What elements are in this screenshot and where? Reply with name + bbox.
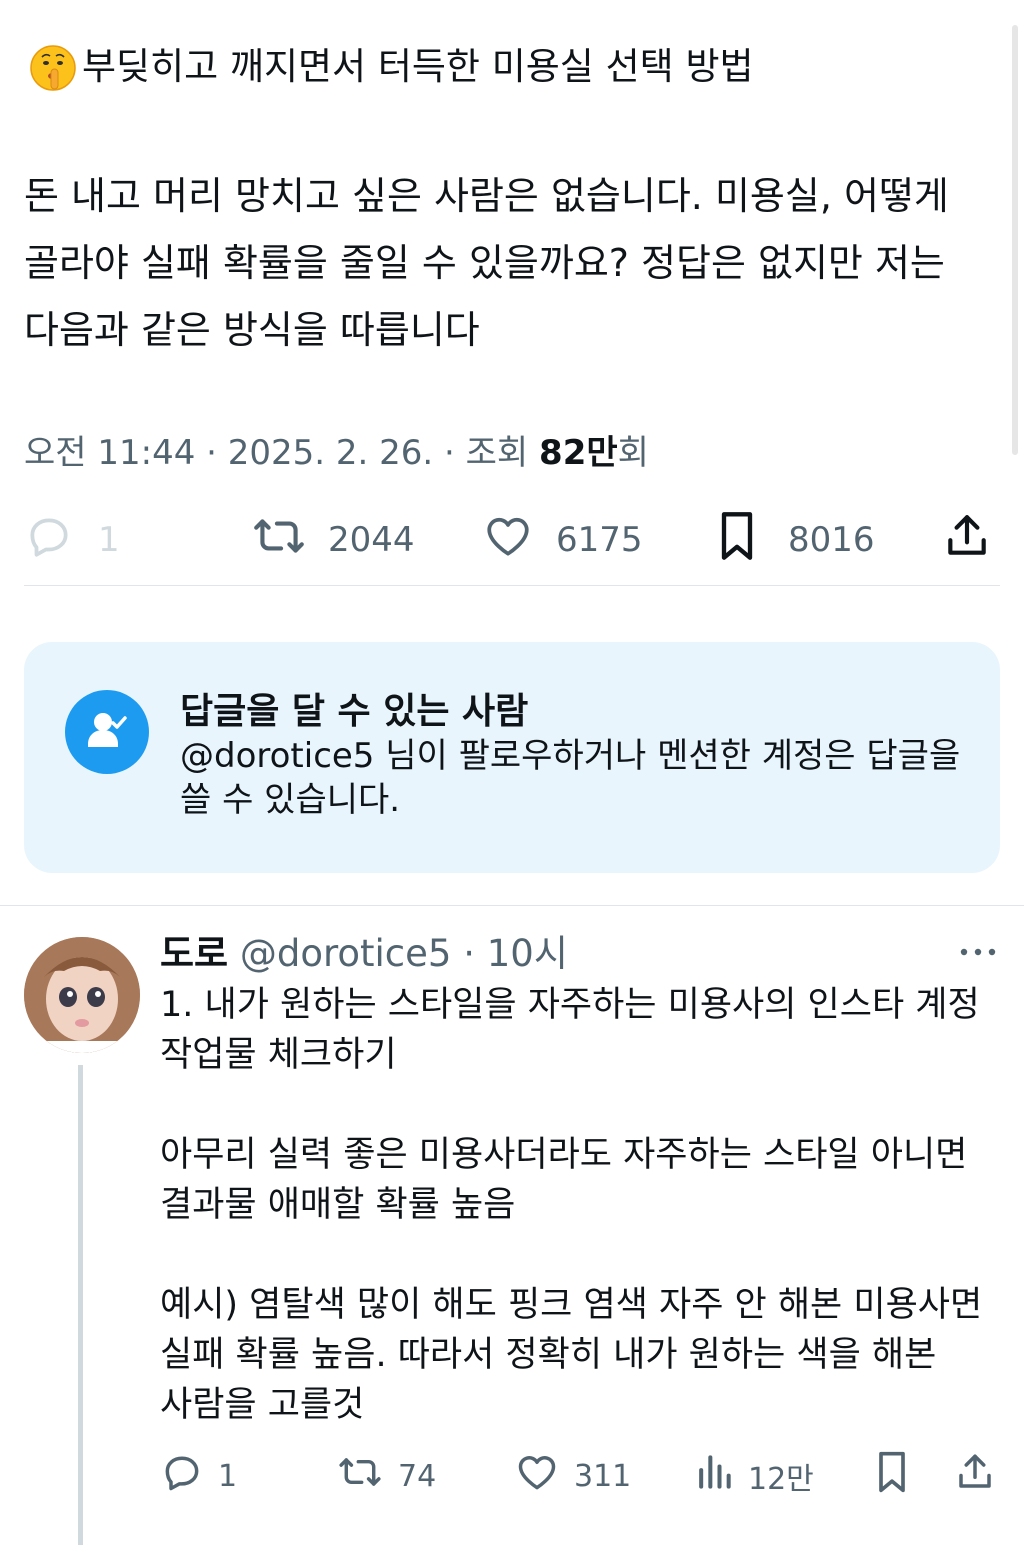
shushing-face-icon	[28, 42, 78, 92]
reply-count: 1	[98, 520, 120, 560]
bookmark-icon	[714, 510, 760, 571]
tweet-meta: 오전 11:44 · 2025. 2. 26. · 조회 82만회	[24, 425, 649, 474]
bookmark-icon	[872, 1450, 912, 1502]
reply-reply-button[interactable]: 1	[160, 1450, 237, 1502]
bookmark-count: 8016	[788, 520, 875, 560]
reply-reply-count: 1	[218, 1458, 238, 1494]
retweet-icon	[336, 1451, 384, 1501]
reply-views-button[interactable]: 12만	[694, 1450, 814, 1502]
reply-retweet-count: 74	[398, 1458, 437, 1494]
more-options-icon[interactable]	[958, 942, 998, 962]
view-count-suffix: 회	[617, 433, 649, 473]
reply-icon	[24, 511, 74, 570]
thread-line	[78, 1065, 83, 1545]
tweet-body: 돈 내고 머리 망치고 싶은 사람은 없습니다. 미용실, 어떻게 골라야 실패…	[24, 174, 961, 352]
reply-icon	[160, 1450, 204, 1502]
like-button[interactable]: 6175	[482, 505, 643, 575]
reply-author-name[interactable]: 도로	[160, 932, 228, 975]
heart-icon	[482, 511, 534, 570]
reply-like-count: 311	[574, 1458, 632, 1494]
divider	[24, 585, 1000, 586]
tweet-title-line: 부딪히고 깨지면서 터득한 미용실 선택 방법	[28, 40, 988, 94]
view-count: 82만	[539, 433, 618, 473]
reply-restriction-title: 답글을 달 수 있는 사람	[180, 691, 529, 732]
share-icon	[942, 511, 992, 570]
share-icon	[954, 1450, 996, 1502]
like-count: 6175	[556, 520, 643, 560]
share-button[interactable]	[942, 505, 992, 575]
reply-author-handle[interactable]: @dorotice5	[240, 932, 452, 975]
heart-icon	[514, 1450, 560, 1502]
retweet-icon	[250, 511, 308, 570]
retweet-button[interactable]: 2044	[250, 505, 415, 575]
person-check-icon	[65, 690, 149, 774]
divider	[0, 905, 1024, 906]
tweet-timestamp[interactable]: 오전 11:44 · 2025. 2. 26. · 조회	[24, 433, 539, 473]
reply-share-button[interactable]	[954, 1450, 996, 1502]
reply-view-count: 12만	[748, 1462, 814, 1497]
tweet-action-bar: 1 2044 6175 8016	[24, 505, 1000, 575]
reply-time[interactable]: 10시	[487, 932, 568, 975]
reply-separator: ·	[451, 932, 487, 975]
bar-chart-icon	[694, 1450, 734, 1502]
retweet-count: 2044	[328, 520, 415, 560]
reply-action-bar: 1 74 311 12만	[160, 1450, 1000, 1502]
reply-restriction-card: 답글을 달 수 있는 사람 @dorotice5 님이 팔로우하거나 멘션한 계…	[24, 642, 1000, 873]
avatar[interactable]	[24, 937, 140, 1053]
reply-header: 도로 @dorotice5 · 10시	[160, 930, 568, 978]
tweet-title: 부딪히고 깨지면서 터득한 미용실 선택 방법	[82, 45, 754, 88]
reply-restriction-description: @dorotice5 님이 팔로우하거나 멘션한 계정은 답글을 쓸 수 있습니…	[180, 736, 961, 820]
scrollbar[interactable]	[1012, 25, 1018, 455]
reply-button[interactable]: 1	[24, 505, 120, 575]
reply-retweet-button[interactable]: 74	[336, 1450, 436, 1502]
reply-bookmark-button[interactable]	[872, 1450, 912, 1502]
reply-body: 1. 내가 원하는 스타일을 자주하는 미용사의 인스타 계정 작업물 체크하기…	[160, 985, 983, 1425]
reply-like-button[interactable]: 311	[514, 1450, 631, 1502]
bookmark-button[interactable]: 8016	[714, 505, 875, 575]
